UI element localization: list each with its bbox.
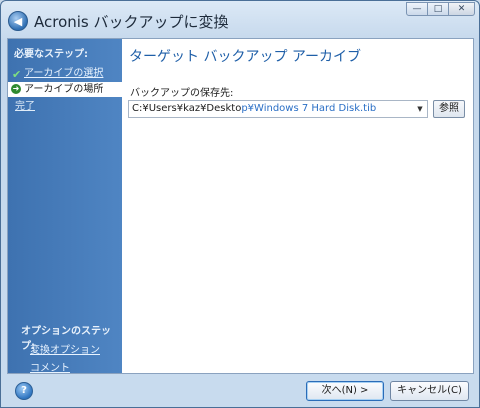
wizard-body: 必要なステップ: ✔ アーカイブの選択 ➜ アーカイブの場所 完了 オプションの… bbox=[7, 38, 474, 374]
page-title: ターゲット バックアップ アーカイブ bbox=[129, 49, 362, 65]
wizard-window: ◀ Acronis バックアップに変換 — □ ✕ 必要なステップ: ✔ アーカ… bbox=[0, 0, 480, 408]
location-combobox[interactable]: C:¥Users¥kaz¥Desktop¥Windows 7 Hard Disk… bbox=[128, 100, 428, 118]
main-panel: ターゲット バックアップ アーカイブ バックアップの保存先: C:¥Users¥… bbox=[122, 39, 473, 373]
step-label: アーカイブの場所 bbox=[24, 84, 104, 95]
required-steps-header: 必要なステップ: bbox=[14, 49, 88, 60]
dropdown-arrow-icon[interactable]: ▼ bbox=[413, 101, 427, 117]
current-step-arrow-icon: ➜ bbox=[11, 84, 21, 94]
step-archive-location[interactable]: ➜ アーカイブの場所 bbox=[8, 82, 122, 97]
location-label: バックアップの保存先: bbox=[130, 88, 234, 99]
maximize-button[interactable]: □ bbox=[427, 2, 449, 16]
location-path-plain: C:¥Users¥kaz¥Deskto bbox=[132, 103, 242, 114]
window-title: Acronis バックアップに変換 bbox=[34, 13, 229, 31]
footer: ? 次へ(N) > キャンセル(C) bbox=[1, 373, 479, 407]
cancel-button[interactable]: キャンセル(C) bbox=[390, 381, 469, 401]
browse-button[interactable]: 参照 bbox=[433, 100, 465, 118]
step-label: 完了 bbox=[15, 101, 35, 112]
close-button[interactable]: ✕ bbox=[448, 2, 475, 16]
step-label: アーカイブの選択 bbox=[24, 68, 104, 79]
step-select-archive[interactable]: ✔ アーカイブの選択 bbox=[8, 66, 122, 81]
title-bar: ◀ Acronis バックアップに変換 — □ ✕ bbox=[1, 1, 479, 37]
help-icon[interactable]: ? bbox=[15, 382, 33, 400]
comment-link[interactable]: コメント bbox=[30, 359, 70, 374]
conversion-options-link[interactable]: 変換オプション bbox=[30, 341, 100, 356]
next-button[interactable]: 次へ(N) > bbox=[306, 381, 384, 401]
steps-sidebar: 必要なステップ: ✔ アーカイブの選択 ➜ アーカイブの場所 完了 オプションの… bbox=[8, 39, 122, 374]
minimize-button[interactable]: — bbox=[406, 2, 428, 16]
back-arrow-icon: ◀ bbox=[13, 14, 23, 28]
check-icon: ✔ bbox=[12, 68, 22, 81]
step-finish[interactable]: 完了 bbox=[8, 99, 122, 114]
location-path-highlight: p¥Windows 7 Hard Disk.tib bbox=[241, 103, 377, 114]
back-button[interactable]: ◀ bbox=[8, 11, 28, 31]
